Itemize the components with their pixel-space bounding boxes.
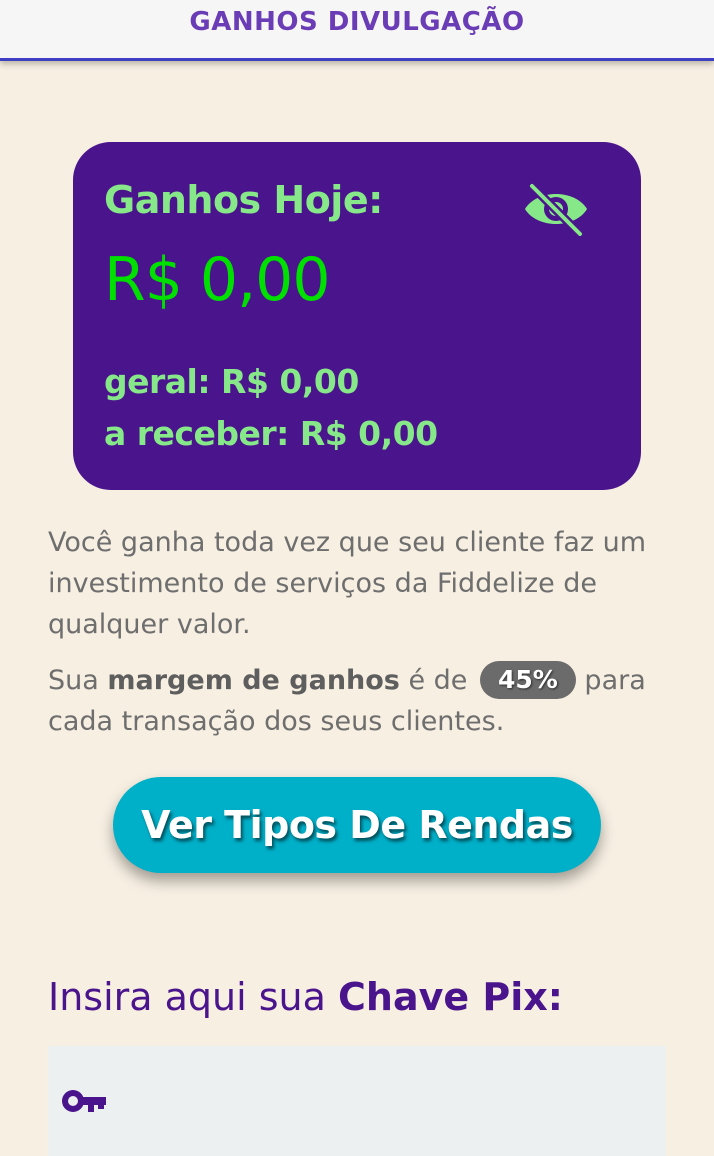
- page-title: GANHOS DIVULGAÇÃO: [189, 7, 525, 37]
- view-income-types-label: Ver Tipos De Rendas: [141, 803, 573, 847]
- margin-badge: 45%: [480, 661, 576, 699]
- eye-slash-icon[interactable]: [523, 180, 589, 239]
- earnings-general: geral: R$ 0,00: [104, 362, 359, 401]
- earnings-description: Você ganha toda vez que seu cliente faz …: [48, 527, 647, 640]
- margin-label: margem de ganhos: [107, 665, 400, 696]
- pix-title-bold: Chave Pix:: [338, 975, 563, 1019]
- pix-key-title: Insira aqui sua Chave Pix:: [48, 975, 563, 1019]
- pix-key-input[interactable]: [120, 1074, 644, 1132]
- app-header: GANHOS DIVULGAÇÃO: [0, 0, 714, 61]
- margin-middle: é de: [399, 665, 476, 696]
- key-icon: [61, 1088, 107, 1118]
- earnings-today-amount: R$ 0,00: [104, 245, 331, 315]
- earnings-card: Ganhos Hoje: R$ 0,00 geral: R$ 0,00 a re…: [73, 142, 641, 490]
- earnings-margin-text: Sua margem de ganhos é de 45% para cada …: [48, 660, 668, 742]
- earnings-today-label: Ganhos Hoje:: [104, 178, 383, 222]
- margin-prefix: Sua: [48, 665, 108, 696]
- view-income-types-button[interactable]: Ver Tipos De Rendas: [113, 777, 601, 873]
- pix-title-prefix: Insira aqui sua: [48, 975, 339, 1019]
- earnings-receivable: a receber: R$ 0,00: [104, 414, 438, 453]
